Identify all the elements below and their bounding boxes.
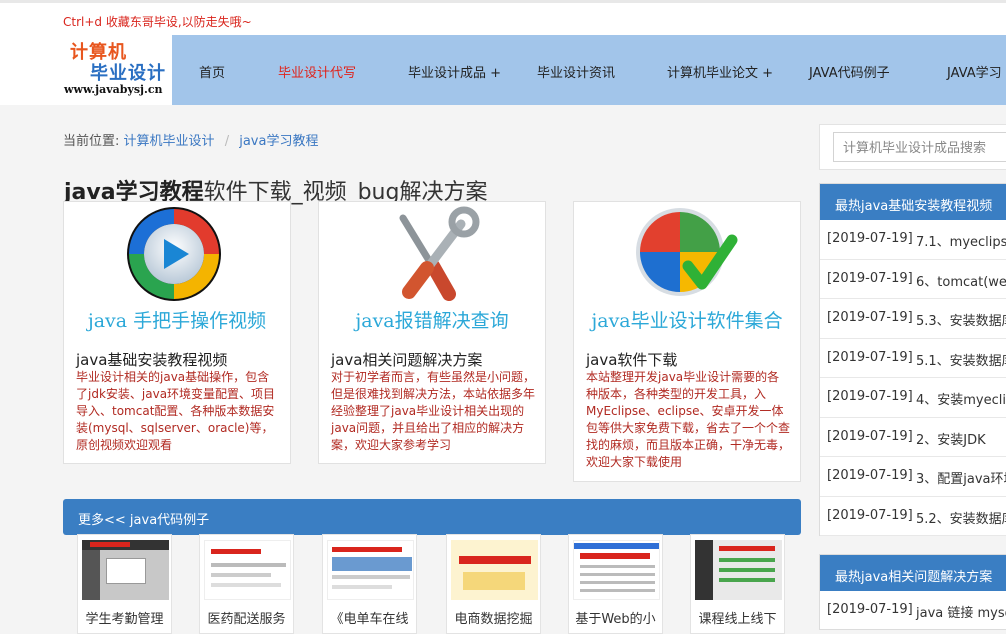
list-item-title[interactable]: java 链接 mysql [916,602,1006,621]
list-item[interactable]: [2019-07-19]java 链接 mysql [820,591,1006,631]
list-item-date: [2019-07-19] [827,602,913,617]
main-nav: 首页 毕业设计代写 毕业设计成品 + 毕业设计资讯 计算机毕业论文 + JAVA… [172,35,1006,105]
list-item-date: [2019-07-19] [827,468,913,483]
code-examples-label[interactable]: 更多<< java代码例子 [78,509,209,528]
card-description: 本站整理开发java毕业设计需要的各种版本，各种类型的开发工具，入MyEclip… [586,370,791,469]
site-logo[interactable]: 计算机 毕业设计 www.javabysj.cn [62,35,172,105]
thumb-item[interactable]: 学生考勤管理 [77,534,172,634]
thumb-image [327,540,414,600]
panel-hot-install-videos: 最热java基础安装教程视频 [2019-07-19] 7.1、myeclipse… [819,183,1006,536]
nav-custom-writing[interactable]: 毕业设计代写 [278,62,356,81]
thumb-image [451,540,538,600]
card-error-solutions[interactable]: java报错解决查询 java相关问题解决方案 对于初学者而言，有些虽然是小问题… [318,201,546,464]
panel-title: 最热java相关问题解决方案 [820,555,1006,591]
video-player-icon [64,206,290,302]
list-item-date: [2019-07-19] [827,270,913,286]
list-item[interactable]: [2019-07-19]3、配置java环境 [820,457,1006,497]
list-item-date: [2019-07-19] [827,389,913,404]
breadcrumb-home[interactable]: 计算机毕业设计 [124,134,215,149]
card-video-tutorial[interactable]: java 手把手操作视频 java基础安装教程视频 毕业设计相关的java基础操… [63,201,291,464]
card-title[interactable]: java软件下载 [586,349,677,370]
list-item-date: [2019-07-19] [827,231,913,246]
nav-news[interactable]: 毕业设计资讯 [537,62,615,81]
site-header: 计算机 毕业设计 www.javabysj.cn 首页 毕业设计代写 毕业设计成… [0,35,1006,105]
list-item-title[interactable]: 4、安装myeclip [916,389,1006,408]
nav-java-learning[interactable]: JAVA学习 [947,62,1002,81]
list-item[interactable]: [2019-07-19] 7.1、myeclipse [820,220,1006,260]
list-item[interactable]: [2019-07-19] 5.3、安装数据库 [820,299,1006,339]
thumb-item[interactable]: 基于Web的小 [568,534,663,634]
list-item-title[interactable]: 5.1、安装数据库 [916,350,1006,369]
thumb-caption[interactable]: 《电单车在线 [323,608,416,627]
card-title[interactable]: java相关问题解决方案 [331,349,482,370]
card-caption: java毕业设计软件集合 [591,310,783,332]
code-examples-bar[interactable]: 更多<< java代码例子 [63,499,801,535]
card-software-collection[interactable]: java毕业设计软件集合 java软件下载 本站整理开发java毕业设计需要的各… [573,201,801,482]
thumb-item[interactable]: 《电单车在线 [322,534,417,634]
thumb-item[interactable]: 电商数据挖掘 [446,534,541,634]
thumb-caption[interactable]: 基于Web的小 [569,608,662,627]
breadcrumb-separator: / [224,134,230,149]
thumb-item[interactable]: 医药配送服务 [199,534,294,634]
card-description: 毕业设计相关的java基础操作，包含了jdk安装、java环境变量配置、项目导入… [76,370,276,452]
list-item[interactable]: [2019-07-19] 5.1、安装数据库 [820,339,1006,378]
thumb-caption[interactable]: 学生考勤管理 [78,608,171,627]
nav-finished-projects[interactable]: 毕业设计成品 + [408,62,501,81]
list-item[interactable]: [2019-07-19] 4、安装myeclip [820,378,1006,418]
list-item-title[interactable]: 2、安装JDK [916,429,986,448]
panel-title: 最热java基础安装教程视频 [820,184,1006,220]
thumb-item[interactable]: 课程线上线下 [690,534,785,634]
list-item[interactable]: [2019-07-19] 5.2、安装数据库 [820,497,1006,536]
panel-list: [2019-07-19]java 链接 mysql [820,591,1006,631]
thumb-caption[interactable]: 电商数据挖掘 [447,608,540,627]
search-input[interactable] [833,132,1006,162]
list-item-date: [2019-07-19] [827,507,913,523]
thumb-caption[interactable]: 医药配送服务 [200,608,293,627]
nav-home[interactable]: 首页 [199,62,225,81]
list-item-title[interactable]: 5.3、安装数据库 [916,310,1006,329]
logo-url: www.javabysj.cn [64,83,163,96]
thumb-image [573,540,660,600]
thumb-image [695,540,782,600]
panel-hot-problem-solutions: 最热java相关问题解决方案 [2019-07-19]java 链接 mysql [819,554,1006,630]
breadcrumb-current[interactable]: java学习教程 [239,134,318,149]
list-item-title[interactable]: 6、tomcat(web [916,271,1006,290]
panel-list: [2019-07-19] 7.1、myeclipse [2019-07-19] 6、… [820,220,1006,536]
wrench-screwdriver-icon [319,206,545,302]
breadcrumb-prefix: 当前位置: [63,134,120,149]
nav-java-code[interactable]: JAVA代码例子 [809,62,890,81]
list-item-date: [2019-07-19] [827,310,913,325]
nav-thesis[interactable]: 计算机毕业论文 + [667,62,773,81]
windows-checkmark-icon [574,206,800,302]
search-box [819,124,1006,170]
list-item-title[interactable]: 3、配置java环境 [916,468,1006,487]
bookmark-tip: Ctrl+d 收藏东哥毕设,以防走失哦~ [63,15,252,29]
thumb-image [82,540,169,600]
card-caption: java报错解决查询 [355,310,509,332]
list-item-title[interactable]: 7.1、myeclipse [916,231,1006,250]
list-item-date: [2019-07-19] [827,349,913,365]
list-item[interactable]: [2019-07-19] 6、tomcat(web [820,260,1006,299]
top-tip-bar: Ctrl+d 收藏东哥毕设,以防走失哦~ [0,0,1006,35]
thumb-image [204,540,291,600]
card-caption: java 手把手操作视频 [87,310,267,332]
thumb-caption[interactable]: 课程线上线下 [691,608,784,627]
breadcrumb: 当前位置: 计算机毕业设计 / java学习教程 [63,130,318,149]
logo-line-2: 毕业设计 [90,63,166,84]
list-item-date: [2019-07-19] [827,428,913,444]
card-title[interactable]: java基础安装教程视频 [76,349,227,370]
list-item-title[interactable]: 5.2、安装数据库 [916,508,1006,527]
list-item[interactable]: [2019-07-19] 2、安装JDK [820,418,1006,457]
card-description: 对于初学者而言，有些虽然是小问题，但是很难找到解决方法，本站依据多年经验整理了j… [331,370,536,452]
